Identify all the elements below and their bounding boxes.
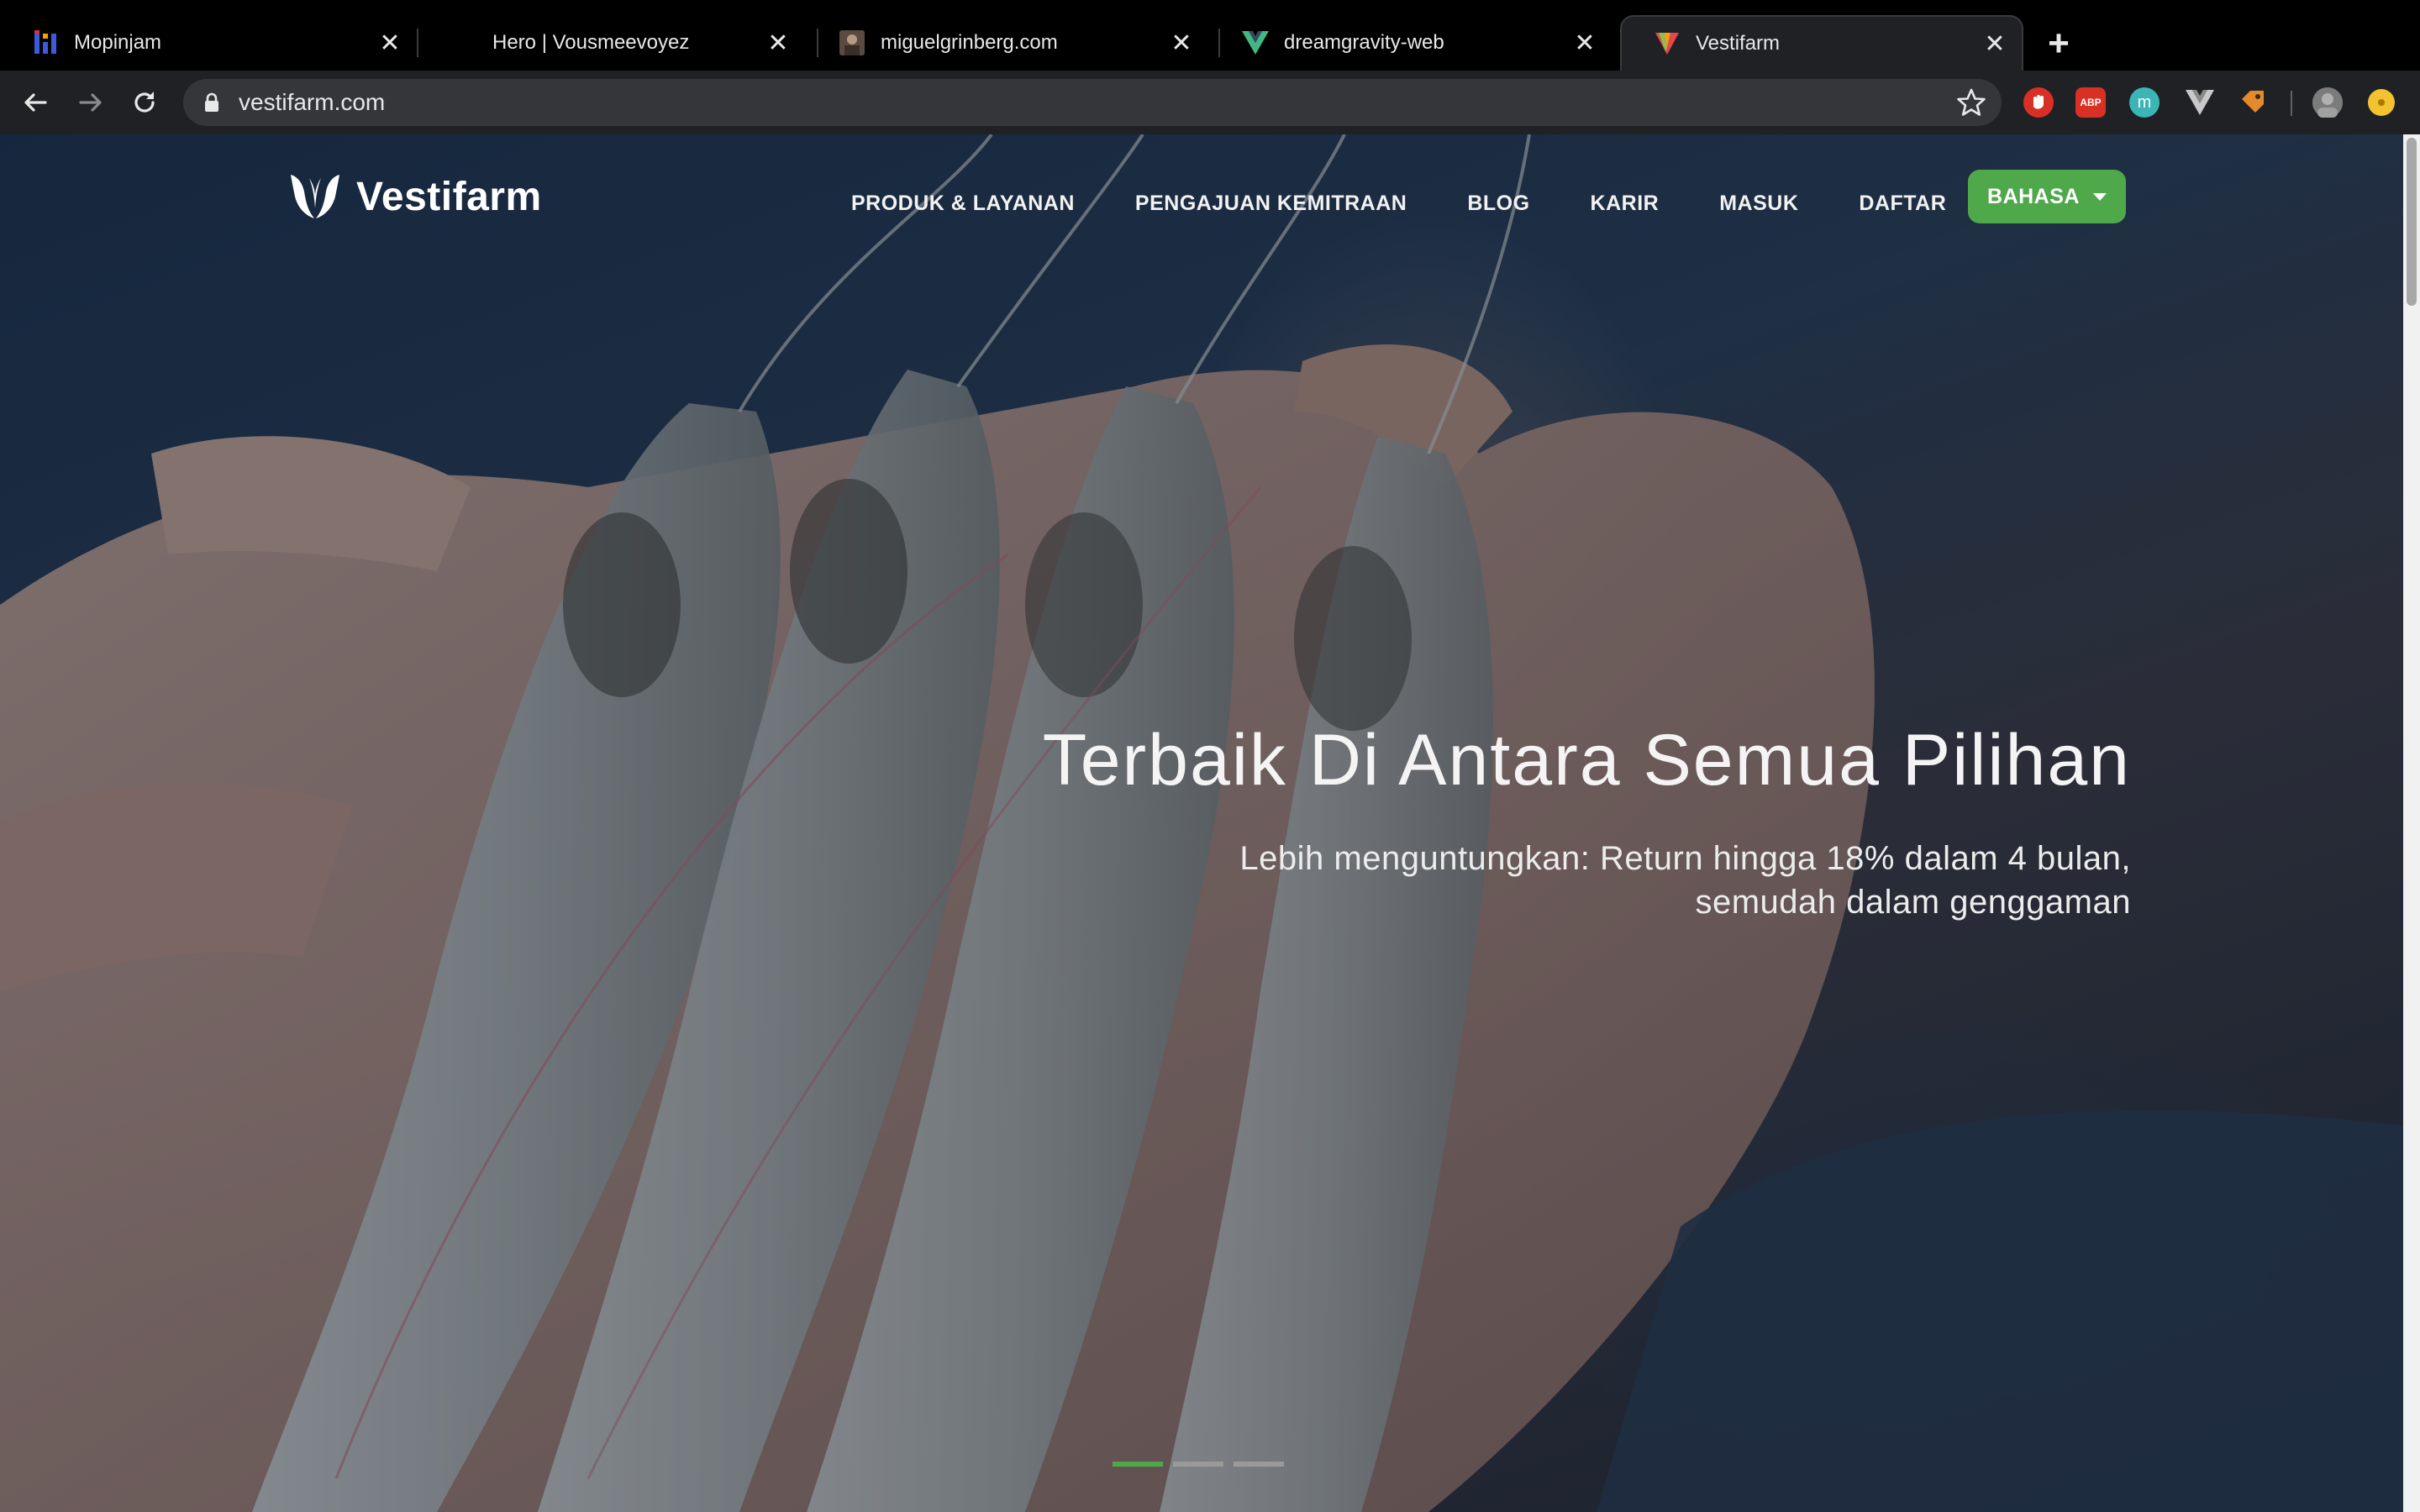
tab-close-icon[interactable]: ✕ bbox=[761, 26, 795, 60]
tab-title: Hero | Vousmeevoyez bbox=[492, 31, 690, 54]
back-arrow-icon bbox=[24, 93, 47, 112]
profile-avatar-icon[interactable] bbox=[2312, 87, 2343, 118]
address-bar[interactable]: vestifarm.com bbox=[183, 79, 2002, 126]
toolbar-divider bbox=[2291, 91, 2292, 116]
tab-title: Mopinjam bbox=[74, 31, 162, 54]
blank-favicon-icon bbox=[450, 29, 477, 56]
carousel-indicator-3[interactable] bbox=[1234, 1462, 1284, 1467]
vestifarm-favicon-icon bbox=[1654, 30, 1681, 57]
reload-button[interactable] bbox=[121, 79, 168, 126]
hero-subtitle: Lebih menguntungkan: Return hingga 18% d… bbox=[924, 837, 2131, 924]
tag-extension-icon[interactable] bbox=[2237, 87, 2267, 118]
hero-text-block: Terbaik Di Antara Semua Pilihan Lebih me… bbox=[924, 714, 2131, 924]
mopinjam-favicon-icon bbox=[32, 29, 59, 56]
page-viewport: Vestifarm PRODUK & LAYANAN PENGAJUAN KEM… bbox=[0, 134, 2420, 1512]
browser-tab-hero[interactable]: Hero | Vousmeevoyez ✕ bbox=[418, 15, 805, 71]
vestifarm-logo[interactable]: Vestifarm bbox=[289, 170, 542, 223]
tab-close-icon[interactable]: ✕ bbox=[1978, 27, 2012, 60]
browser-toolbar: vestifarm.com ABP m bbox=[0, 71, 2420, 134]
bookmark-star-icon[interactable] bbox=[1956, 87, 1986, 118]
tab-close-icon[interactable]: ✕ bbox=[1165, 26, 1198, 60]
stop-extension-icon[interactable] bbox=[2023, 87, 2054, 118]
hero-subtitle-line-1: Lebih menguntungkan: Return hingga 18% d… bbox=[1239, 840, 2131, 877]
vue-favicon-icon bbox=[1242, 29, 1269, 56]
new-tab-button[interactable]: + bbox=[2039, 23, 2079, 64]
reload-icon bbox=[134, 92, 155, 113]
page-scrollbar[interactable] bbox=[2403, 134, 2420, 1512]
tab-title: miguelgrinberg.com bbox=[881, 31, 1058, 54]
nav-karir[interactable]: KARIR bbox=[1591, 192, 1660, 216]
language-dropdown-button[interactable]: BAHASA bbox=[1968, 170, 2126, 223]
nav-blog[interactable]: BLOG bbox=[1467, 192, 1529, 216]
carousel-indicator-2[interactable] bbox=[1173, 1462, 1223, 1467]
lock-icon bbox=[205, 92, 218, 112]
browser-tab-mopinjam[interactable]: Mopinjam ✕ bbox=[0, 15, 417, 71]
main-nav: PRODUK & LAYANAN PENGAJUAN KEMITRAAN BLO… bbox=[851, 178, 2007, 228]
nav-masuk[interactable]: MASUK bbox=[1719, 192, 1798, 216]
chevron-down-icon bbox=[2092, 192, 2107, 201]
browser-tab-vestifarm[interactable]: Vestifarm ✕ bbox=[1620, 15, 2023, 71]
browser-tab-dreamgravity[interactable]: dreamgravity-web ✕ bbox=[1210, 15, 1612, 71]
vestifarm-logo-icon bbox=[291, 175, 339, 218]
tab-close-icon[interactable]: ✕ bbox=[1568, 26, 1602, 60]
tab-close-icon[interactable]: ✕ bbox=[373, 26, 407, 60]
logo-text: Vestifarm bbox=[356, 174, 542, 219]
forward-button[interactable] bbox=[67, 79, 114, 126]
scrollbar-thumb[interactable] bbox=[2407, 138, 2417, 306]
language-button-label: BAHASA bbox=[1987, 184, 2080, 208]
back-button[interactable] bbox=[12, 79, 59, 126]
url-text[interactable]: vestifarm.com bbox=[239, 79, 385, 126]
carousel-indicators bbox=[1113, 1462, 1294, 1468]
browser-tab-bar: Mopinjam ✕ Hero | Vousmeevoyez ✕ miguelg… bbox=[0, 0, 2420, 71]
nav-pengajuan-kemitraan[interactable]: PENGAJUAN KEMITRAAN bbox=[1135, 192, 1407, 216]
tab-title: Vestifarm bbox=[1696, 32, 1781, 55]
nav-produk-layanan[interactable]: PRODUK & LAYANAN bbox=[851, 192, 1075, 216]
tab-title: dreamgravity-web bbox=[1284, 31, 1444, 54]
avatar-favicon-icon bbox=[839, 29, 865, 56]
hero-title: Terbaik Di Antara Semua Pilihan bbox=[1042, 720, 2131, 801]
hero-subtitle-line-2: semudah dalam genggaman bbox=[1695, 884, 2131, 921]
carousel-indicator-1[interactable] bbox=[1113, 1462, 1163, 1467]
teal-extension-icon[interactable]: m bbox=[2129, 87, 2160, 118]
coin-extension-icon[interactable] bbox=[2368, 89, 2395, 116]
forward-arrow-icon bbox=[79, 93, 102, 112]
browser-tab-miguelgrinberg[interactable]: miguelgrinberg.com ✕ bbox=[807, 15, 1208, 71]
nav-daftar[interactable]: DAFTAR bbox=[1859, 192, 1946, 216]
vue-devtools-icon[interactable] bbox=[2185, 87, 2215, 118]
adblock-extension-icon[interactable]: ABP bbox=[2075, 87, 2106, 118]
site-header: Vestifarm PRODUK & LAYANAN PENGAJUAN KEM… bbox=[0, 134, 2403, 260]
